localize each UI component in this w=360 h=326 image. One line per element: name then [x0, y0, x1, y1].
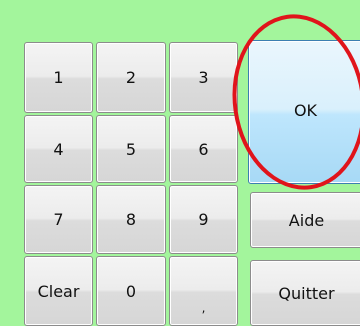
key-1[interactable]: 1 [24, 42, 93, 113]
comma-key[interactable]: , [169, 256, 238, 326]
key-3[interactable]: 3 [169, 42, 238, 113]
key-9[interactable]: 9 [169, 185, 238, 254]
quit-button[interactable]: Quitter [250, 260, 360, 326]
key-4[interactable]: 4 [24, 115, 93, 183]
help-button[interactable]: Aide [250, 192, 360, 248]
key-8[interactable]: 8 [96, 185, 166, 254]
ok-button[interactable]: OK [248, 40, 360, 184]
key-6[interactable]: 6 [169, 115, 238, 183]
key-0[interactable]: 0 [96, 256, 166, 326]
key-5[interactable]: 5 [96, 115, 166, 183]
key-7[interactable]: 7 [24, 185, 93, 254]
key-2[interactable]: 2 [96, 42, 166, 113]
clear-button[interactable]: Clear [24, 256, 93, 326]
